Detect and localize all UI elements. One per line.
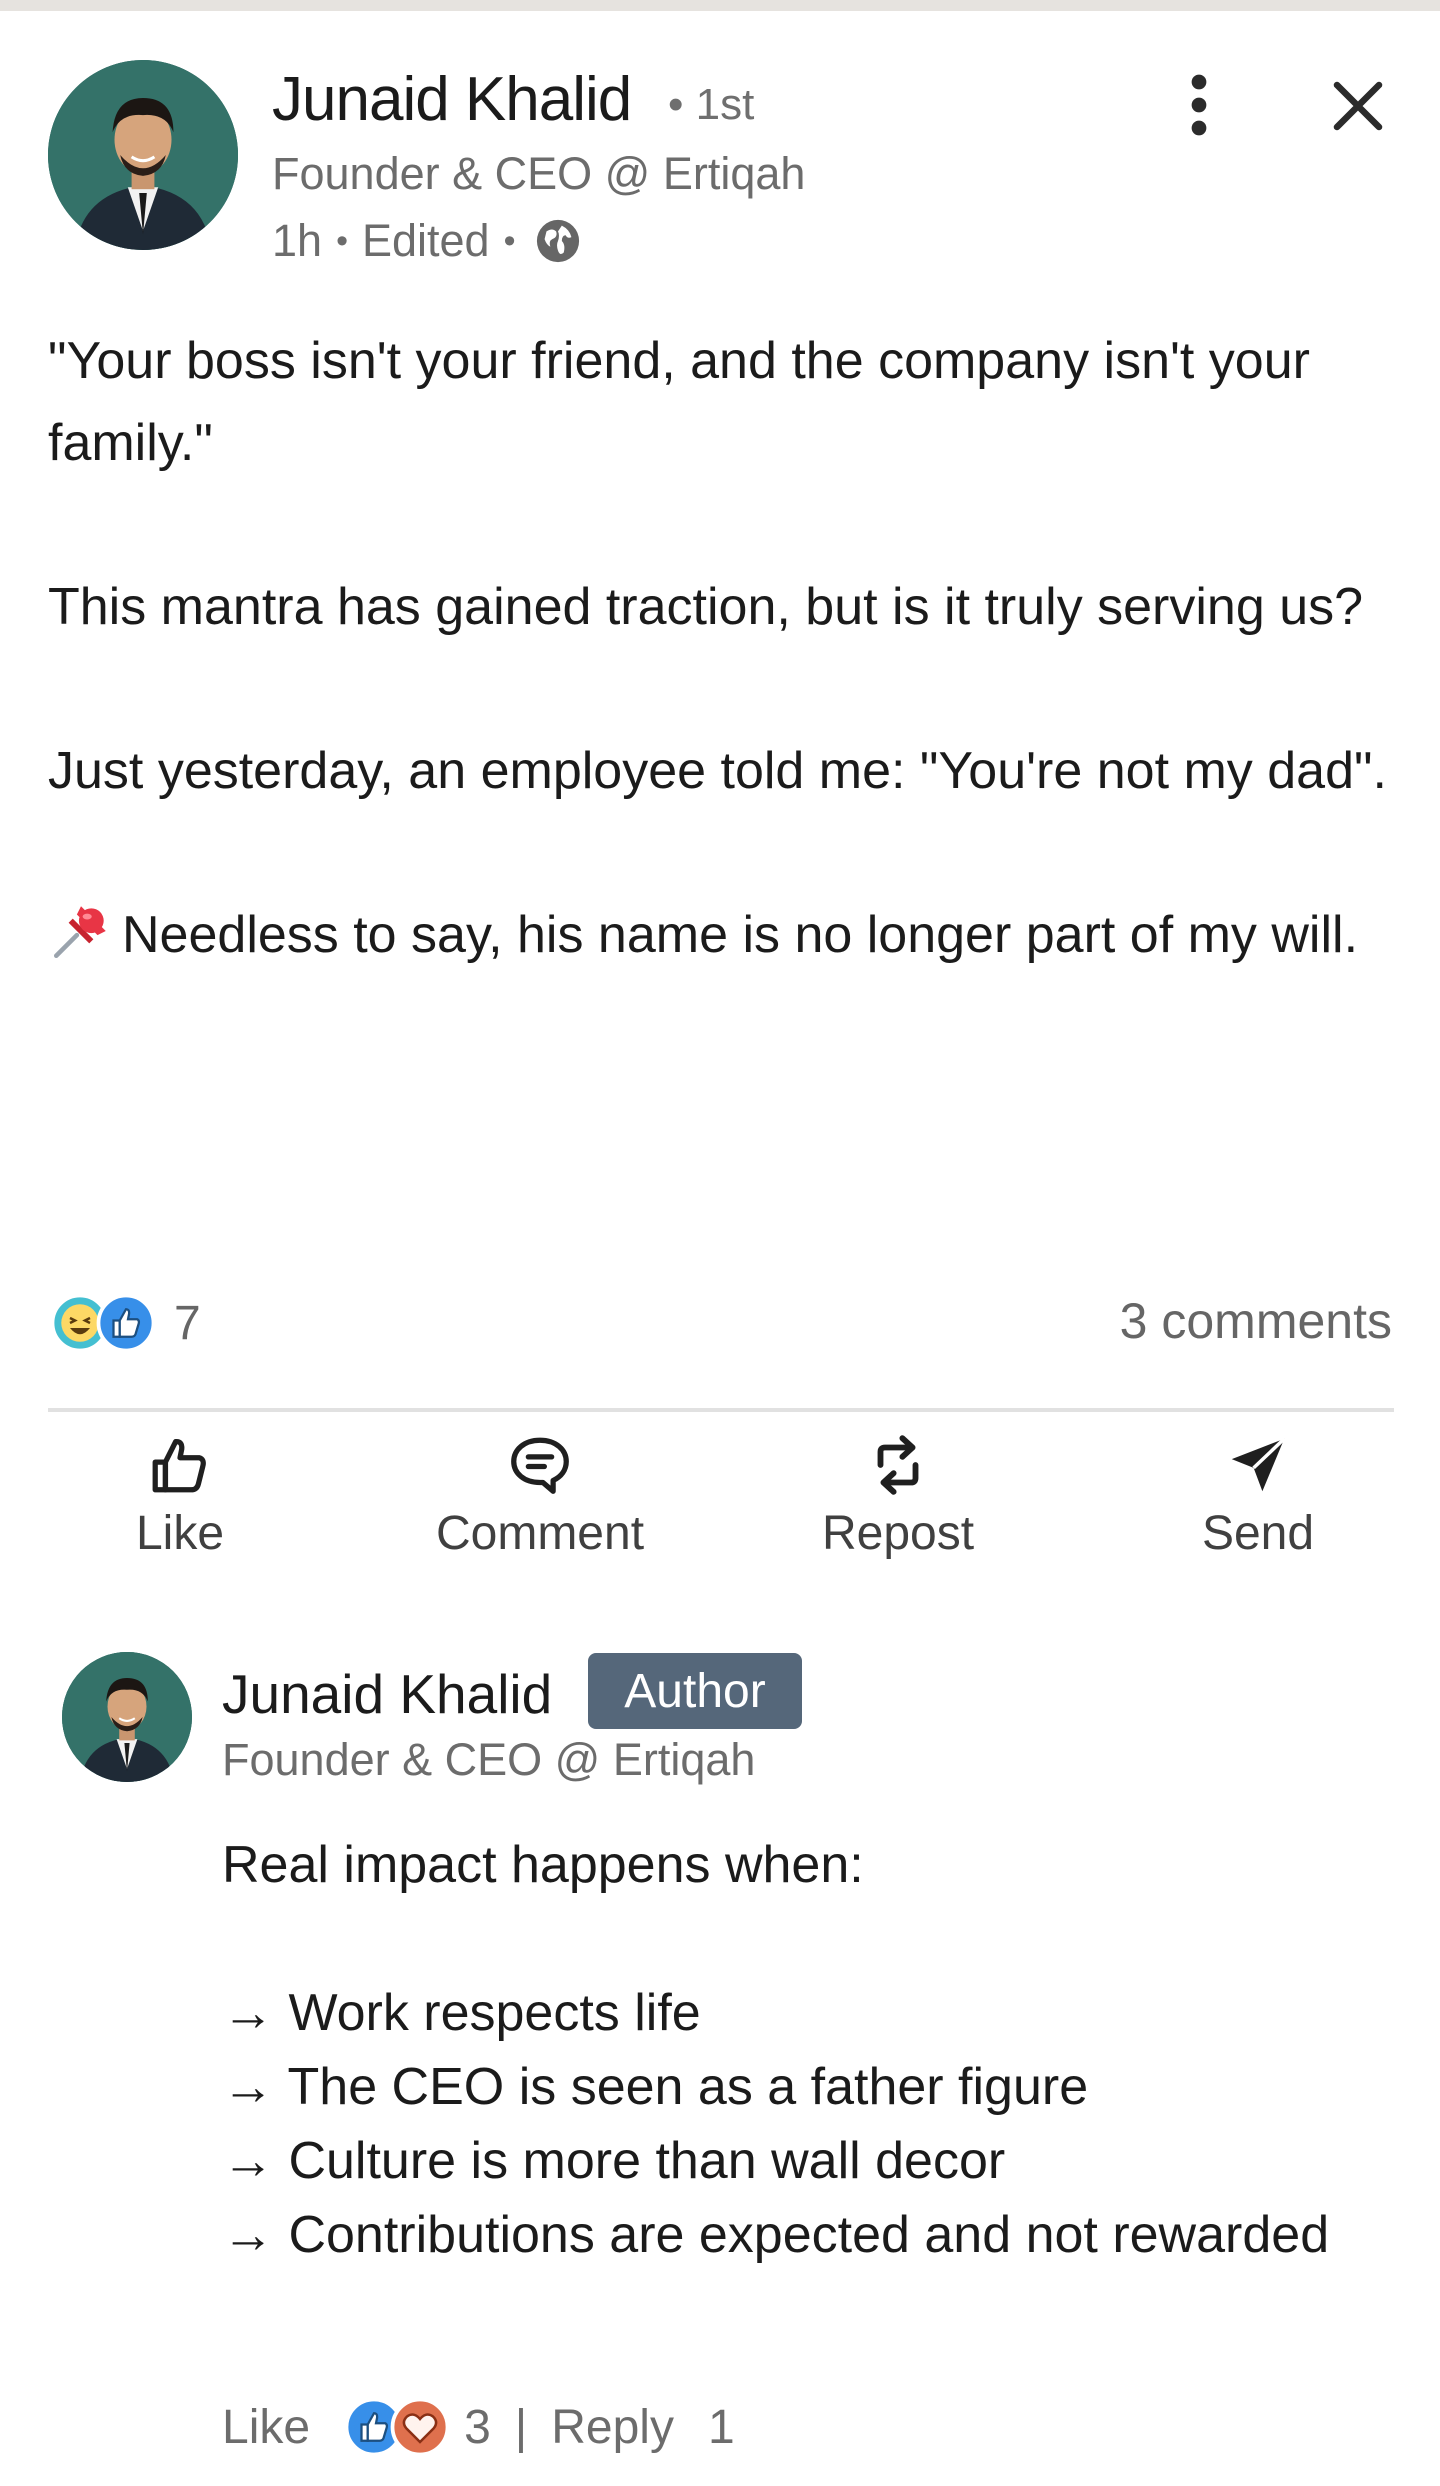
- post-body: "Your boss isn't your friend, and the co…: [48, 320, 1408, 976]
- comment-author-name[interactable]: Junaid Khalid: [222, 1662, 552, 1726]
- post-time: 1h: [272, 215, 323, 266]
- comment-author-headline: Founder & CEO @ Ertiqah: [222, 1734, 756, 1785]
- repost-icon: [877, 1435, 919, 1495]
- reaction-count: 7: [174, 1296, 201, 1350]
- reactions-summary[interactable]: 7: [50, 1288, 201, 1358]
- comment-reaction-count: 3: [464, 2400, 491, 2454]
- comment-list-item: → The CEO is seen as a father figure: [222, 2058, 1089, 2116]
- action-separator: |: [514, 2400, 528, 2454]
- comment-author-avatar[interactable]: [62, 1652, 192, 1782]
- post-paragraph: This mantra has gained traction, but is …: [48, 578, 1364, 636]
- like-icon: [152, 1439, 206, 1493]
- reply-count: 1: [707, 2400, 735, 2454]
- post-author-name[interactable]: Junaid Khalid: [272, 64, 632, 135]
- post-paragraph: Just yesterday, an employee told me: "Yo…: [48, 742, 1387, 800]
- reply-button[interactable]: Reply: [551, 2400, 674, 2455]
- send-icon: [1231, 1437, 1286, 1492]
- post-meta: 1h • Edited •: [272, 213, 581, 269]
- send-button[interactable]: Send: [1138, 1428, 1378, 1578]
- love-reaction-icon: [390, 2397, 450, 2457]
- post-paragraph-text: Needless to say, his name is no longer p…: [122, 906, 1359, 964]
- repost-button[interactable]: Repost: [778, 1428, 1018, 1578]
- repost-label: Repost: [821, 1507, 975, 1560]
- top-edge-strip: [0, 0, 1440, 11]
- comment-list-item: → Culture is more than wall decor: [222, 2132, 1006, 2190]
- comment-icon: [511, 1437, 569, 1494]
- like-button[interactable]: Like: [60, 1428, 300, 1578]
- avatar-photo: [48, 60, 238, 250]
- comment-reaction-icons[interactable]: [344, 2397, 454, 2457]
- like-label: Like: [135, 1507, 225, 1560]
- reaction-icons: [50, 1293, 162, 1353]
- post-author-avatar[interactable]: [48, 60, 238, 250]
- post-paragraph: "Your boss isn't your friend, and the co…: [48, 332, 1310, 472]
- edited-label: Edited: [361, 215, 490, 266]
- comment-intro: Real impact happens when:: [222, 1836, 864, 1894]
- like-reaction-icon: [96, 1293, 156, 1353]
- more-options-icon[interactable]: [1176, 70, 1222, 140]
- comment-body: Real impact happens when: → Work respect…: [222, 1828, 1402, 2272]
- close-icon[interactable]: [1330, 78, 1386, 134]
- globe-icon: [537, 219, 580, 263]
- post-paragraph-with-pin: Needless to say, his name is no longer p…: [48, 894, 1408, 976]
- comment-actions: Like 3 | Reply 1: [222, 2390, 735, 2464]
- meta-dot: •: [336, 221, 348, 260]
- comment-button[interactable]: Comment: [420, 1428, 660, 1578]
- avatar-photo: [62, 1652, 192, 1782]
- connection-degree: • 1st: [668, 80, 755, 129]
- comments-count-link[interactable]: 3 comments: [1120, 1292, 1392, 1350]
- divider: [48, 1408, 1394, 1412]
- pushpin-emoji-icon: [53, 906, 106, 959]
- comment-like-button[interactable]: Like: [222, 2400, 310, 2455]
- send-label: Send: [1201, 1507, 1315, 1560]
- comment-label: Comment: [435, 1507, 645, 1560]
- author-badge: Author: [588, 1653, 802, 1729]
- comment-list-item: → Work respects life: [222, 1984, 701, 2042]
- comment-list-item: → Contributions are expected and not rew…: [222, 2206, 1330, 2264]
- meta-dot: •: [503, 221, 516, 260]
- post-author-headline: Founder & CEO @ Ertiqah: [272, 148, 806, 199]
